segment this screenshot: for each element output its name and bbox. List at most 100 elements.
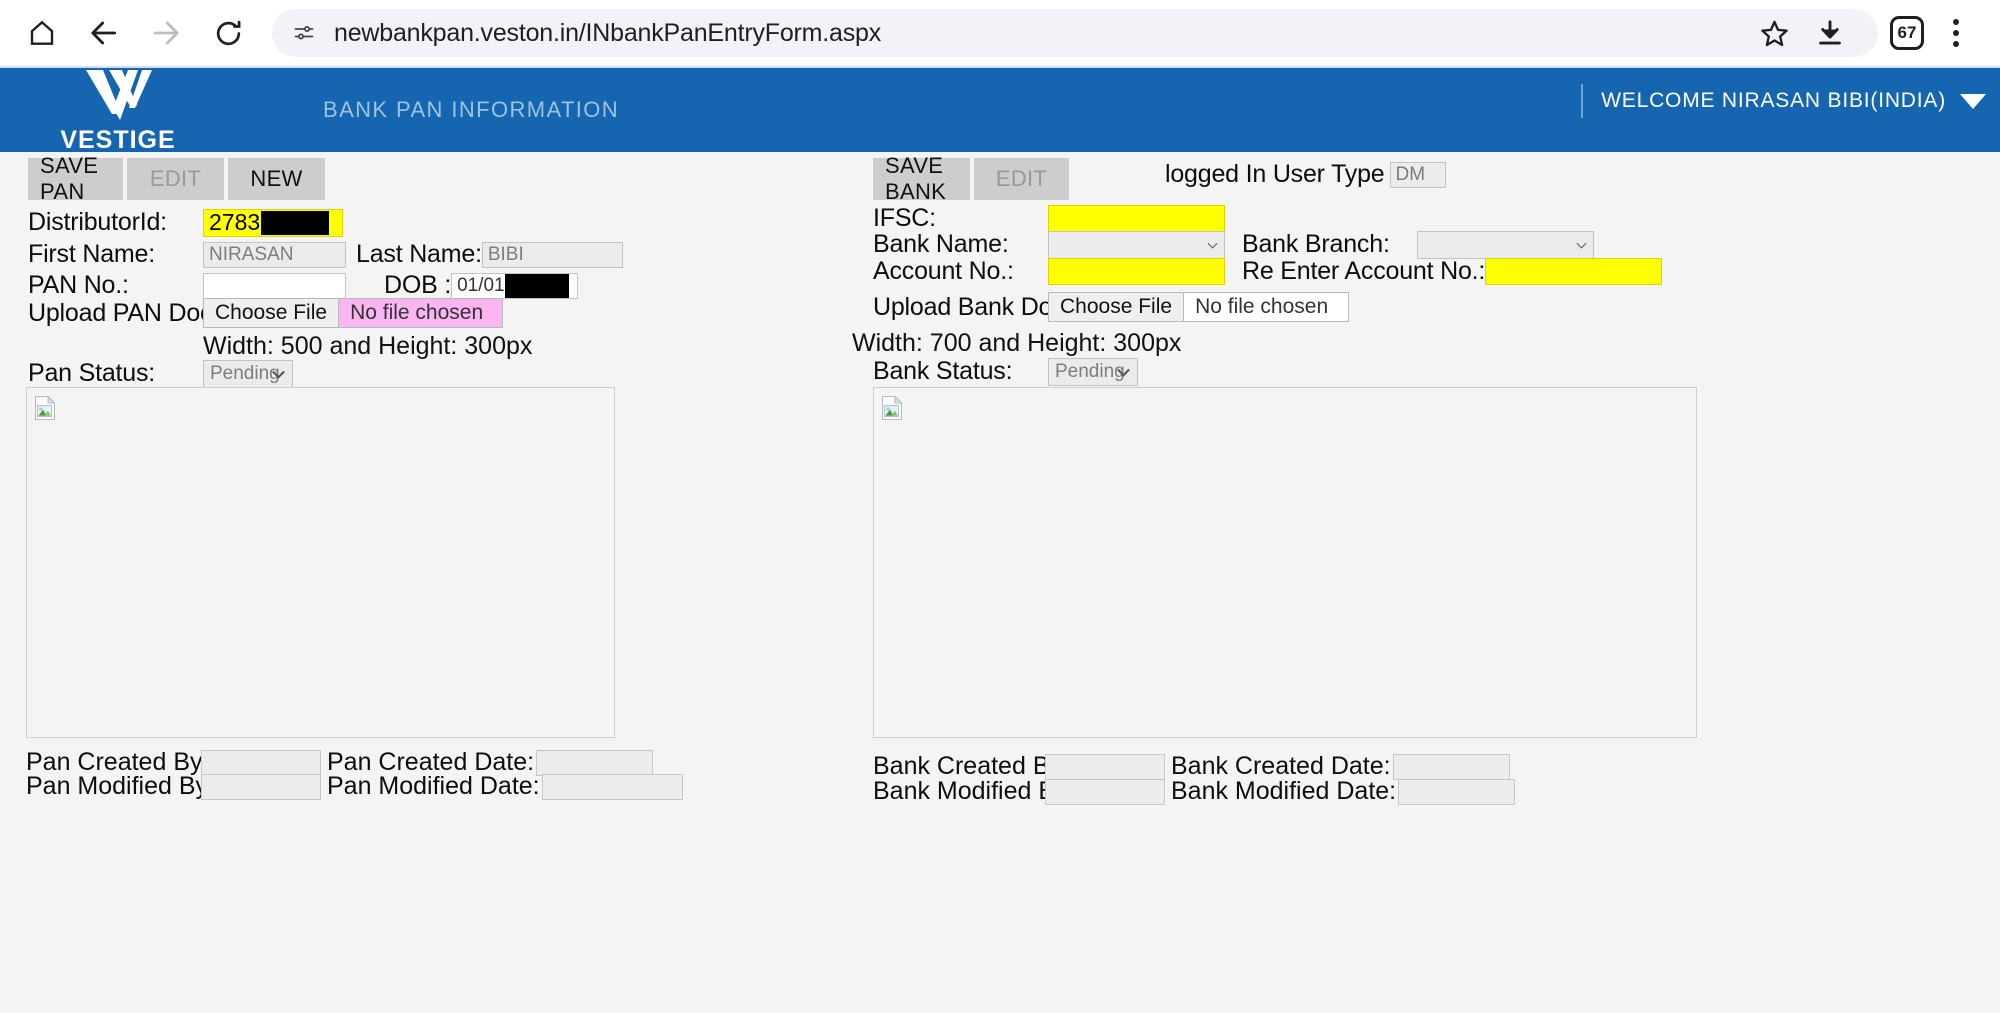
pan-no-input[interactable] <box>203 272 346 299</box>
first-name-input[interactable]: NIRASAN <box>203 241 346 268</box>
account-no-row: Account No.: Re Enter Account No.: <box>873 257 1663 286</box>
upload-bank-doc-row: Upload Bank Doc: Choose File No file cho… <box>873 292 1349 322</box>
pan-document-preview <box>26 387 615 738</box>
pan-no-row: PAN No.: DOB : 01/01 <box>28 271 579 300</box>
address-bar[interactable]: newbankpan.veston.in/INbankPanEntryForm.… <box>272 9 1878 57</box>
vestige-logo-mark <box>76 68 160 127</box>
bank-dimension-note: Width: 700 and Height: 300px <box>852 329 1182 357</box>
ifsc-input[interactable] <box>1048 205 1225 232</box>
pan-dimension-note: Width: 500 and Height: 300px <box>203 332 533 360</box>
bank-modified-by-label: Bank Modified By <box>873 777 1068 805</box>
site-header: VESTIGE BANK PAN INFORMATION WELCOME NIR… <box>0 66 2000 152</box>
re-account-no-input[interactable] <box>1485 258 1663 285</box>
bank-status-label: Bank Status: <box>873 357 1013 385</box>
bank-modified-date-label: Bank Modified Date: <box>1171 777 1397 805</box>
ifsc-label: IFSC: <box>873 204 936 232</box>
tab-counter[interactable]: 67 <box>1890 16 1924 50</box>
url-text: newbankpan.veston.in/INbankPanEntryForm.… <box>334 18 882 47</box>
first-name-label: First Name: <box>28 240 155 268</box>
upload-pan-doc-label: Upload PAN Doc: <box>28 298 220 327</box>
pan-modified-row: Pan Modified By Pan Modified Date: <box>26 772 683 801</box>
bank-choose-file-button[interactable]: Choose File <box>1049 293 1185 321</box>
welcome-label: WELCOME NIRASAN BIBI(INDIA) <box>1601 89 1946 112</box>
user-type-row: logged In User Type DM <box>1165 160 1446 189</box>
dob-label: DOB : <box>384 271 452 299</box>
browser-toolbar: newbankpan.veston.in/INbankPanEntryForm.… <box>0 0 2000 66</box>
account-no-input[interactable] <box>1048 258 1225 285</box>
distributor-id-label: DistributorId: <box>28 208 167 236</box>
distributor-id-input[interactable]: 2783 <box>203 208 343 237</box>
pan-file-name: No file chosen <box>350 301 484 324</box>
omnibox-actions <box>1746 9 1858 57</box>
pan-no-label: PAN No.: <box>28 271 129 299</box>
re-account-no-label: Re Enter Account No.: <box>1242 257 1486 285</box>
bank-button-row: SAVE BANK EDIT <box>873 153 1069 204</box>
user-type-value: DM <box>1389 161 1446 188</box>
bank-modified-date-input[interactable] <box>1398 778 1516 805</box>
bank-name-label: Bank Name: <box>873 230 1009 258</box>
distributor-id-value: 2783 <box>209 209 261 236</box>
bank-branch-label: Bank Branch: <box>1242 230 1390 258</box>
star-icon[interactable] <box>1746 9 1802 57</box>
bank-file-input[interactable]: Choose File No file chosen <box>1048 292 1349 322</box>
pan-modified-by-input[interactable] <box>201 773 321 800</box>
redaction-block <box>504 273 569 298</box>
bank-modified-by-input[interactable] <box>1045 778 1165 805</box>
pan-status-row: Pan Status: Pending <box>28 359 293 388</box>
bank-created-date-input[interactable] <box>1392 753 1510 780</box>
chevron-down-icon <box>1207 238 1218 249</box>
site-info-icon[interactable] <box>292 21 316 45</box>
last-name-label: Last Name: <box>356 240 482 268</box>
vestige-wordmark: VESTIGE <box>60 125 176 154</box>
pan-choose-file-button[interactable]: Choose File <box>204 299 340 327</box>
download-icon[interactable] <box>1802 9 1858 57</box>
dob-input[interactable]: 01/01 <box>451 272 579 299</box>
user-menu[interactable]: WELCOME NIRASAN BIBI(INDIA) <box>1581 84 1986 118</box>
bank-status-row: Bank Status: Pending <box>873 357 1138 386</box>
broken-image-icon <box>882 395 903 427</box>
pan-edit-button[interactable]: EDIT <box>127 158 224 200</box>
dob-value: 01/01 <box>457 274 505 296</box>
reload-icon[interactable] <box>204 9 252 57</box>
bank-file-name: No file chosen <box>1195 295 1329 318</box>
bank-status-value: Pending <box>1055 360 1125 382</box>
first-name-row: First Name: NIRASAN Last Name: BIBI <box>28 240 623 269</box>
bank-name-row: Bank Name: Bank Branch: <box>873 230 1594 259</box>
page-title: BANK PAN INFORMATION <box>323 97 620 122</box>
last-name-input[interactable]: BIBI <box>481 241 623 268</box>
chevron-down-icon[interactable] <box>1960 93 1986 109</box>
pan-status-value: Pending <box>210 362 280 384</box>
pan-button-row: SAVE PAN EDIT NEW <box>28 153 325 204</box>
account-no-label: Account No.: <box>873 257 1014 285</box>
vestige-logo[interactable]: VESTIGE <box>58 68 178 153</box>
user-type-label: logged In User Type <box>1165 160 1385 188</box>
chevron-down-icon <box>1576 238 1587 249</box>
upload-pan-doc-row: Upload PAN Doc: Choose File No file chos… <box>28 298 503 328</box>
bank-document-preview <box>873 387 1697 738</box>
pan-file-input[interactable]: Choose File No file chosen <box>203 298 503 328</box>
header-divider <box>1581 84 1584 118</box>
back-arrow-icon[interactable] <box>80 9 128 57</box>
form-page: SAVE PAN EDIT NEW DistributorId: 2783 Fi… <box>0 152 2000 1013</box>
bank-branch-select[interactable] <box>1416 230 1594 259</box>
pan-status-label: Pan Status: <box>28 359 156 387</box>
save-bank-button[interactable]: SAVE BANK <box>873 153 970 204</box>
bank-modified-row: Bank Modified By Bank Modified Date: <box>873 777 1516 806</box>
save-pan-button[interactable]: SAVE PAN <box>28 153 123 204</box>
upload-bank-doc-label: Upload Bank Doc: <box>873 292 1072 321</box>
three-dots-menu-icon[interactable] <box>1930 9 1982 57</box>
distributor-id-row: DistributorId: 2783 <box>28 208 343 237</box>
forward-arrow-icon <box>142 9 190 57</box>
pan-new-button[interactable]: NEW <box>228 158 325 200</box>
pan-status-select[interactable]: Pending <box>203 359 293 388</box>
pan-modified-date-input[interactable] <box>541 773 683 800</box>
ifsc-row: IFSC: <box>873 204 1225 233</box>
bank-name-select[interactable] <box>1048 230 1225 259</box>
broken-image-icon <box>35 395 56 427</box>
home-icon[interactable] <box>18 9 66 57</box>
pan-modified-by-label: Pan Modified By <box>26 772 209 800</box>
bank-status-select[interactable]: Pending <box>1048 357 1138 386</box>
bank-edit-button[interactable]: EDIT <box>974 158 1069 200</box>
redaction-block <box>261 210 330 235</box>
bank-created-by-input[interactable] <box>1045 753 1165 780</box>
